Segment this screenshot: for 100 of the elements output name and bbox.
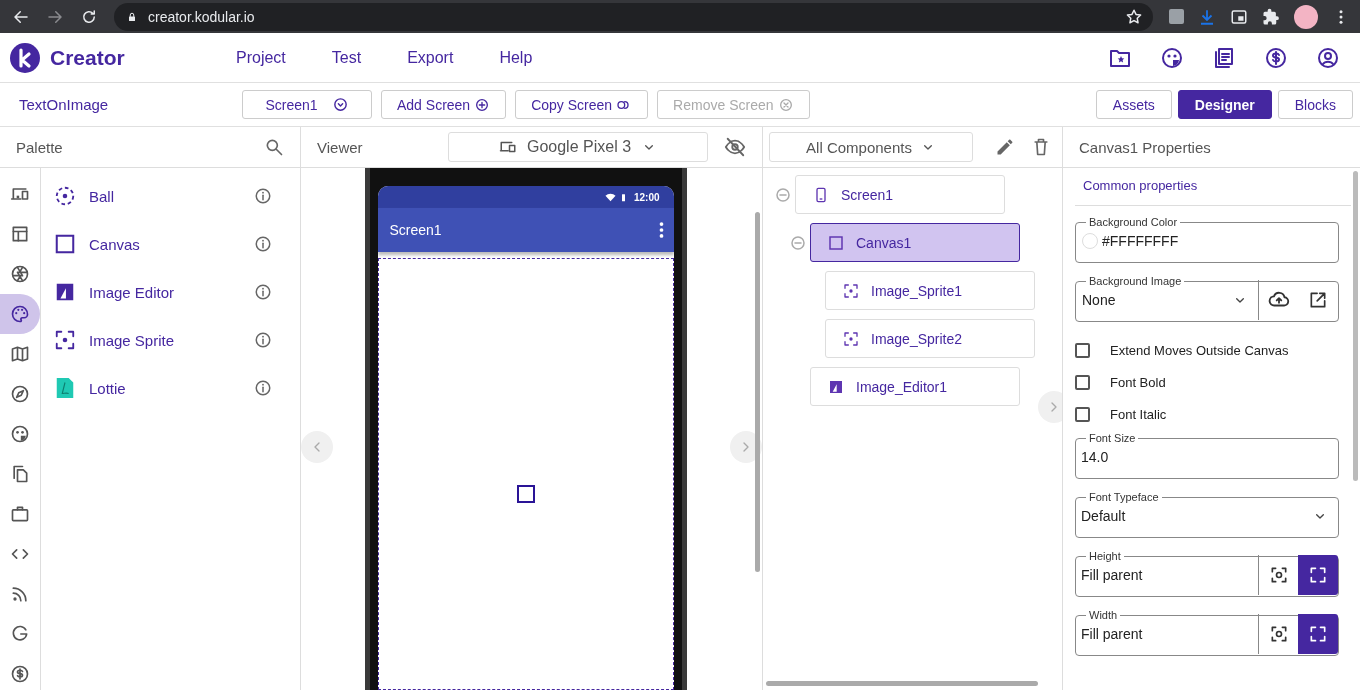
field-value: None xyxy=(1081,292,1117,308)
size-field[interactable]: Height Fill parent xyxy=(1075,550,1339,597)
project-name: TextOnImage xyxy=(19,96,110,113)
scrollbar[interactable] xyxy=(1353,171,1358,481)
view-tab[interactable]: Assets xyxy=(1095,90,1172,119)
image-editor-icon[interactable] xyxy=(54,281,76,303)
component-item[interactable]: Image Sprite xyxy=(89,331,241,349)
close-icon xyxy=(777,96,794,113)
info-icon[interactable] xyxy=(254,331,272,349)
component-filter[interactable]: All Components xyxy=(769,132,973,162)
field-label: Background Image xyxy=(1088,275,1183,287)
map-icon xyxy=(10,344,30,364)
screen-select[interactable]: Screen1 xyxy=(242,90,372,119)
face-icon xyxy=(10,424,30,444)
toolbar-button[interactable]: Copy Screen xyxy=(515,90,649,119)
layout-icon xyxy=(10,224,30,244)
tab-window-icon[interactable] xyxy=(1230,7,1248,26)
caret-icon xyxy=(331,96,349,113)
checkbox[interactable] xyxy=(1075,406,1090,422)
size-field[interactable]: Width Fill parent xyxy=(1075,609,1339,656)
menu-item[interactable]: Help xyxy=(499,48,533,67)
star-icon[interactable] xyxy=(1125,7,1143,26)
download-icon[interactable] xyxy=(1198,7,1216,26)
color-field[interactable]: Background Color #FFFFFFFF xyxy=(1075,216,1339,263)
toolbar-button[interactable]: Add Screen xyxy=(381,90,507,119)
phone-icon xyxy=(813,186,829,203)
checkbox-label: Font Italic xyxy=(1110,406,1167,422)
info-icon[interactable] xyxy=(254,187,272,205)
component-item[interactable]: Canvas xyxy=(89,235,241,253)
menu-item[interactable]: Export xyxy=(407,48,454,67)
size-option-button[interactable] xyxy=(1298,555,1338,595)
square-icon xyxy=(828,234,844,251)
tree-node[interactable]: Canvas1 xyxy=(810,223,1020,262)
component-item[interactable]: Ball xyxy=(89,187,241,205)
document-icon[interactable] xyxy=(54,377,76,399)
checkbox[interactable] xyxy=(1075,374,1090,390)
dollar-icon[interactable] xyxy=(1264,45,1288,70)
component-item[interactable]: Image Editor xyxy=(89,283,241,301)
tree-node[interactable]: Image_Sprite1 xyxy=(825,271,1035,310)
category-tab[interactable] xyxy=(0,294,40,334)
image-editor-icon xyxy=(828,378,844,395)
pencil-icon[interactable] xyxy=(995,137,1015,157)
checkbox-label: Extend Moves Outside Canvas xyxy=(1110,342,1289,358)
sprite-icon[interactable] xyxy=(54,329,76,351)
asset-select[interactable]: Background Image None xyxy=(1075,275,1339,322)
scrollbar[interactable] xyxy=(755,212,760,572)
field-label: Width xyxy=(1088,609,1119,621)
field-label: Background Color xyxy=(1088,216,1179,228)
puzzle-icon[interactable] xyxy=(1262,7,1280,26)
canvas-placeholder xyxy=(516,485,535,503)
info-icon[interactable] xyxy=(254,379,272,397)
view-tab[interactable]: Designer xyxy=(1177,90,1272,119)
palette-face-icon[interactable] xyxy=(1160,45,1184,70)
app-name: Creator xyxy=(50,45,125,70)
g-letter-icon xyxy=(10,624,30,644)
field-value: 14.0 xyxy=(1080,449,1110,465)
files-icon xyxy=(10,464,30,484)
address-bar[interactable]: creator.kodular.io xyxy=(114,2,1153,31)
panel-title: Viewer xyxy=(317,138,364,156)
search-icon[interactable] xyxy=(264,137,284,157)
ball-icon[interactable] xyxy=(54,185,76,207)
number-field[interactable]: Font Size 14.0 xyxy=(1075,432,1339,479)
component-item[interactable]: Lottie xyxy=(89,379,241,397)
size-option-button[interactable] xyxy=(1298,614,1338,654)
device-select[interactable]: Google Pixel 3 xyxy=(448,132,708,162)
compass-icon xyxy=(10,384,30,404)
menu-item[interactable]: Project xyxy=(236,48,286,67)
more-icon xyxy=(658,222,664,238)
wifi-icon xyxy=(604,191,616,203)
reload-icon[interactable] xyxy=(80,7,98,26)
aperture-icon xyxy=(10,264,30,284)
coin-icon xyxy=(10,664,30,684)
checkbox[interactable] xyxy=(1075,342,1090,358)
menu-item[interactable]: Test xyxy=(331,48,362,67)
rss-icon xyxy=(10,584,30,604)
plus-icon xyxy=(474,96,491,113)
field-value: #FFFFFFFF xyxy=(1102,233,1180,249)
checkbox-label: Font Bold xyxy=(1110,374,1166,390)
info-icon[interactable] xyxy=(254,235,272,253)
view-tab[interactable]: Blocks xyxy=(1277,90,1353,119)
tree-node[interactable]: Image_Editor1 xyxy=(810,367,1020,406)
scrollbar[interactable] xyxy=(766,681,1038,686)
book-icon[interactable] xyxy=(1212,45,1236,70)
tree-node[interactable]: Image_Sprite2 xyxy=(825,319,1035,358)
info-icon[interactable] xyxy=(254,283,272,301)
panel-title: Canvas1 Properties xyxy=(1079,138,1212,156)
fill-icon xyxy=(1308,624,1328,644)
status-time: 12:00 xyxy=(633,191,660,203)
account-icon[interactable] xyxy=(1316,45,1340,70)
briefcase-icon xyxy=(10,504,30,524)
field-value: Default xyxy=(1080,508,1127,524)
fill-icon xyxy=(1308,565,1328,585)
square-icon[interactable] xyxy=(54,233,76,255)
field-value: Fill parent xyxy=(1080,626,1144,642)
typeface-select[interactable]: Font Typeface Default xyxy=(1075,491,1339,538)
section-title[interactable]: Common properties xyxy=(1075,168,1351,206)
sprite-icon xyxy=(843,282,859,299)
eye-off-icon[interactable] xyxy=(724,136,746,158)
tree-node[interactable]: Screen1 xyxy=(795,175,1005,214)
avatar[interactable] xyxy=(1294,4,1318,29)
